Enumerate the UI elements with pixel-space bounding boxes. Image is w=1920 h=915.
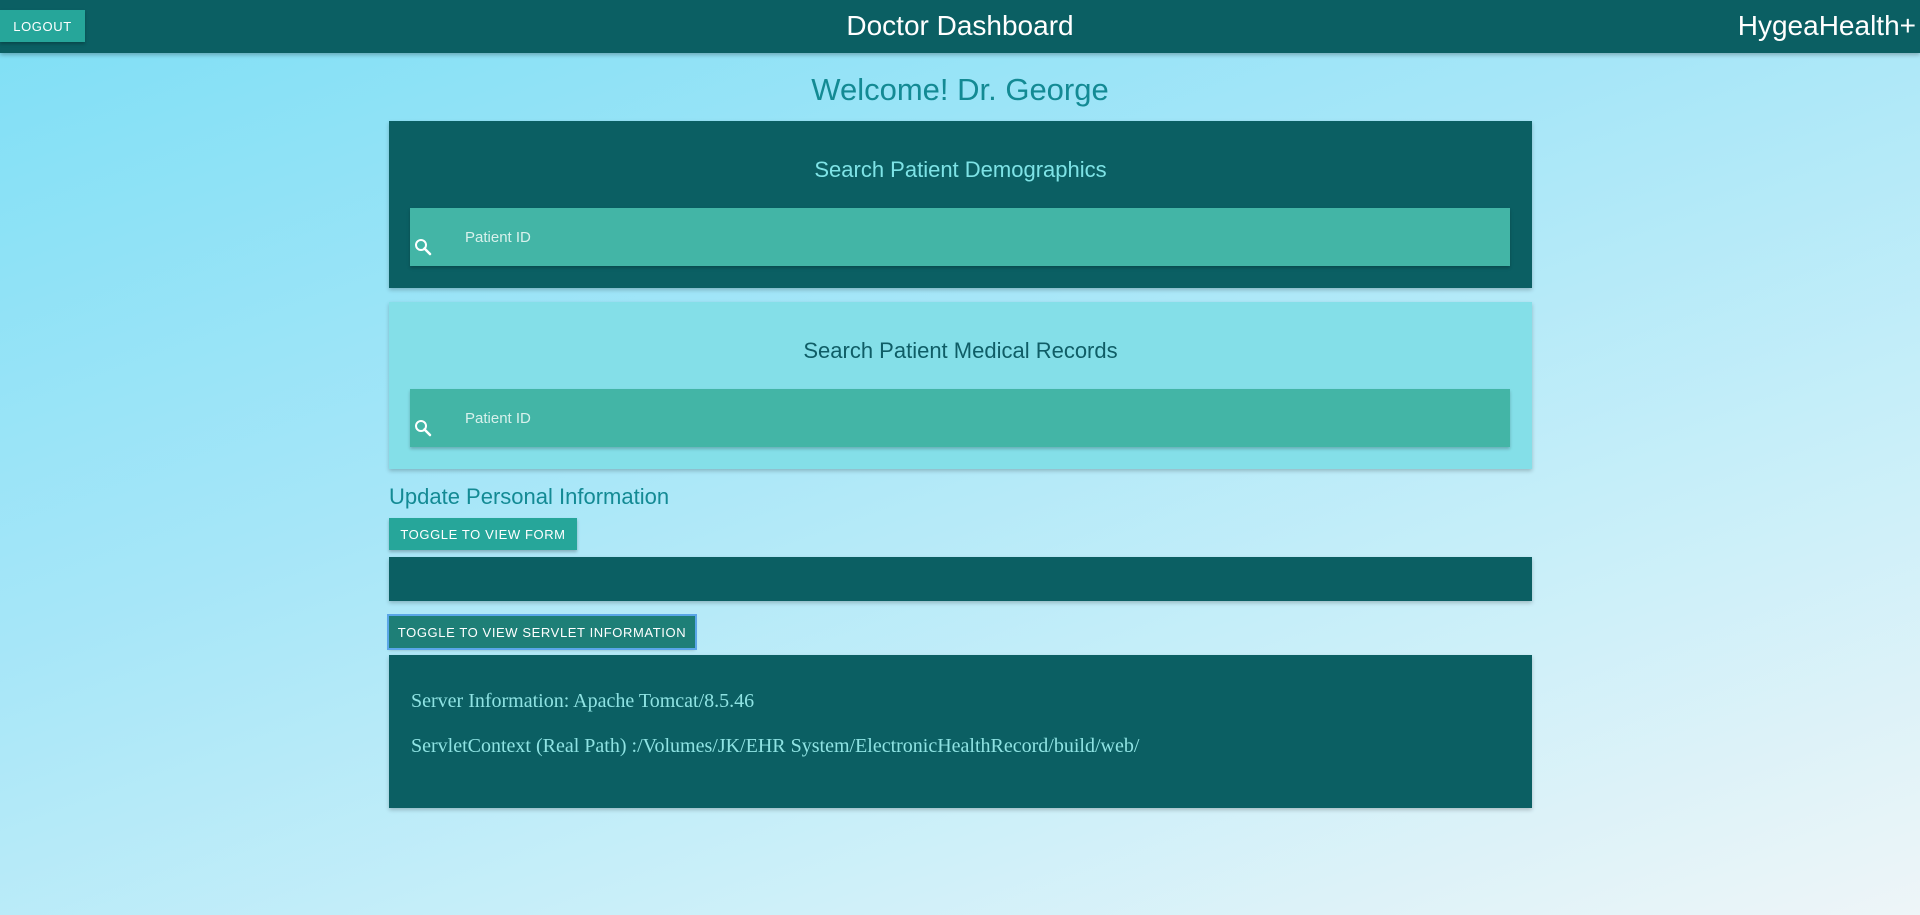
toggle-form-button[interactable]: TOGGLE TO VIEW FORM	[389, 518, 577, 550]
medical-records-patient-id-input[interactable]	[465, 389, 1495, 447]
demographics-search-card: Search Patient Demographics	[389, 121, 1532, 288]
personal-info-form-panel	[389, 557, 1532, 601]
medical-records-search-title: Search Patient Medical Records	[803, 338, 1118, 363]
search-icon	[413, 237, 433, 257]
servlet-info-panel: Server Information: Apache Tomcat/8.5.46…	[389, 655, 1532, 808]
demographics-search-field[interactable]	[410, 208, 1510, 266]
page-title: Doctor Dashboard	[846, 10, 1074, 41]
top-navbar: LOGOUT Doctor Dashboard HygeaHealth+	[0, 0, 1920, 53]
servlet-context-path-text: ServletContext (Real Path) :/Volumes/JK/…	[411, 735, 1140, 757]
server-information-text: Server Information: Apache Tomcat/8.5.46	[411, 690, 755, 712]
search-icon	[413, 418, 433, 438]
update-personal-info-heading: Update Personal Information	[389, 484, 670, 509]
logout-button[interactable]: LOGOUT	[0, 10, 85, 42]
medical-records-search-field[interactable]	[410, 389, 1510, 447]
brand-logo[interactable]: HygeaHealth+	[1738, 0, 1916, 53]
medical-records-search-card: Search Patient Medical Records	[389, 302, 1532, 469]
welcome-message: Welcome! Dr. George	[811, 72, 1109, 107]
toggle-servlet-info-button[interactable]: TOGGLE TO VIEW SERVLET INFORMATION	[387, 614, 697, 650]
demographics-patient-id-input[interactable]	[465, 208, 1495, 266]
demographics-search-title: Search Patient Demographics	[814, 157, 1107, 182]
